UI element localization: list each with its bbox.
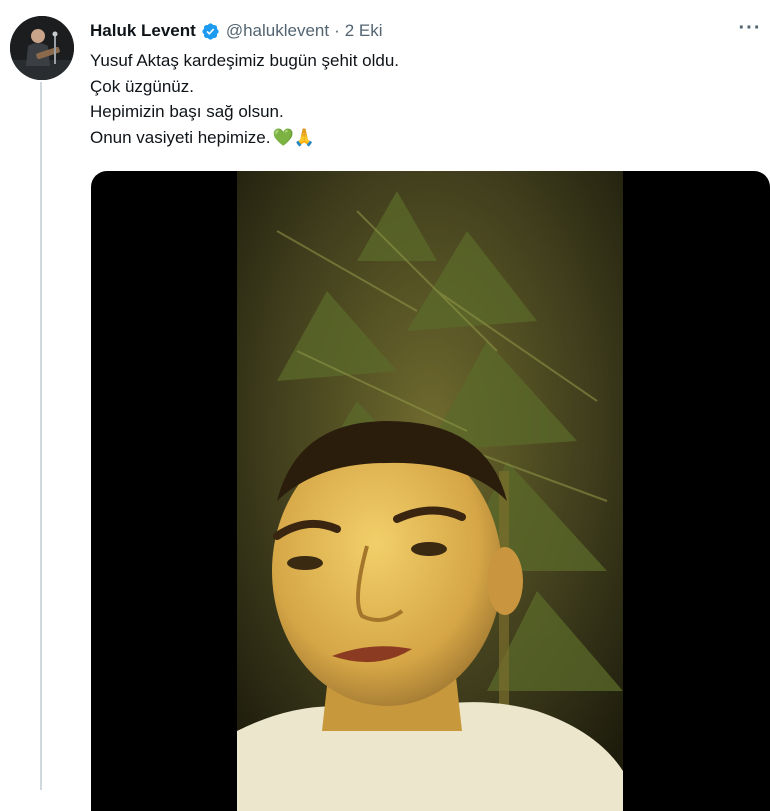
video-still-image (237, 171, 623, 811)
author-name[interactable]: Haluk Levent (90, 21, 196, 41)
more-options-icon[interactable]: ··· (736, 18, 764, 44)
tweet-line-4: Onun vasiyeti hepimize. 💚🙏 (90, 125, 730, 151)
tweet-line-3: Hepimizin başı sağ olsun. (90, 102, 284, 121)
tweet-date[interactable]: 2 Eki (345, 21, 383, 41)
thread-connector-line (40, 82, 42, 790)
avatar[interactable] (10, 16, 74, 80)
emoji-heart-prayer: 💚🙏 (272, 127, 315, 147)
tweet-line-4-text: Onun vasiyeti hepimize. (90, 127, 271, 147)
verified-badge-icon (201, 22, 220, 41)
avatar-image (10, 16, 74, 80)
video-player[interactable] (91, 171, 770, 811)
video-frame[interactable] (237, 171, 623, 811)
header-separator: · (334, 21, 340, 40)
tweet-line-1: Yusuf Aktaş kardeşimiz bugün şehit oldu. (90, 51, 400, 70)
tweet-text: Yusuf Aktaş kardeşimiz bugün şehit oldu.… (90, 48, 730, 150)
author-handle[interactable]: @haluklevent (226, 21, 329, 41)
tweet-line-2: Çok üzgünüz. (90, 76, 194, 96)
tweet-header: Haluk Levent @haluklevent · 2 Eki (90, 18, 770, 44)
